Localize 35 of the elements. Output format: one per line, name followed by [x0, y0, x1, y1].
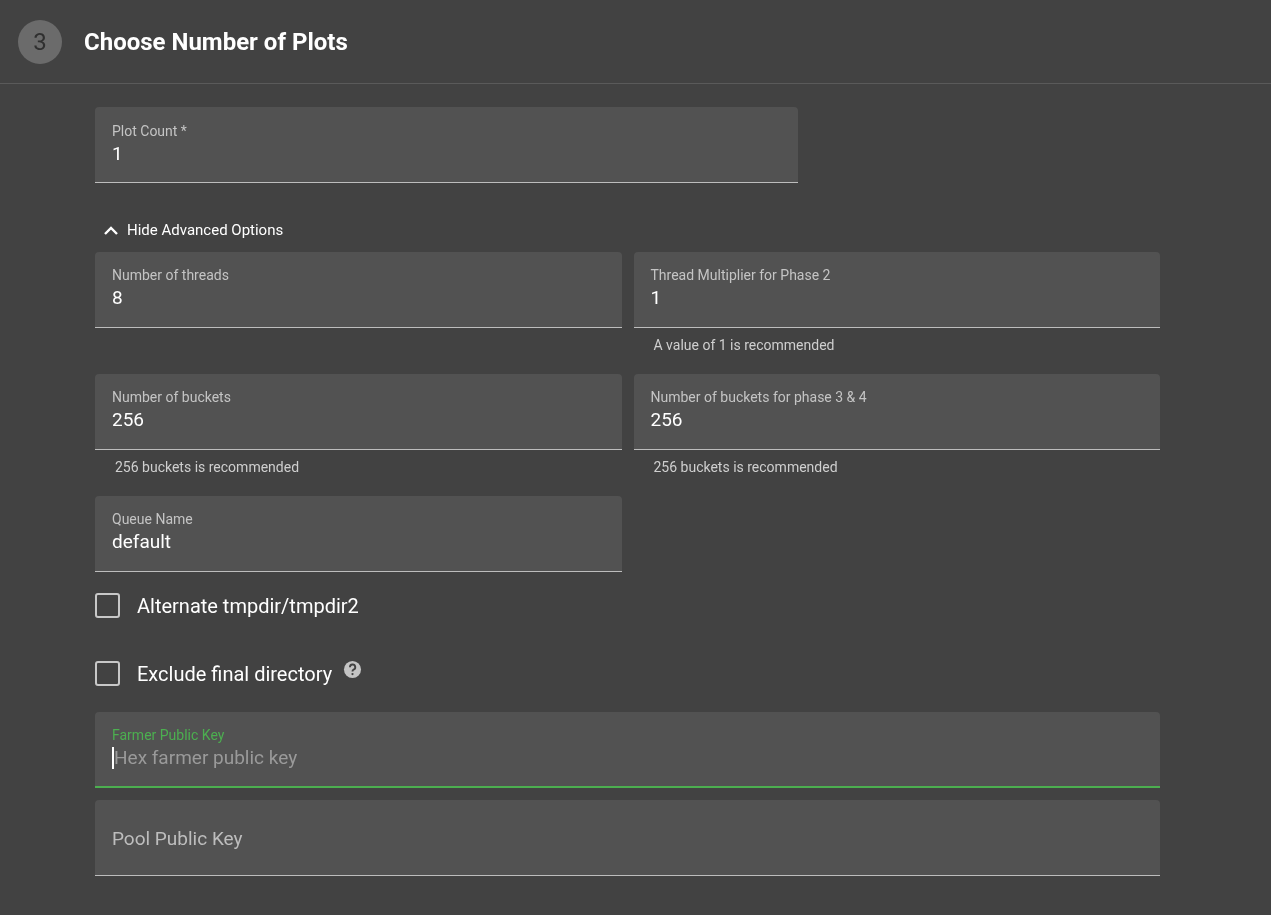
help-icon[interactable]	[343, 660, 363, 679]
checkbox-label: Exclude final directory	[137, 660, 333, 688]
step-title: Choose Number of Plots	[84, 26, 348, 58]
field-value: 1	[112, 140, 124, 167]
field-placeholder: Hex farmer public key	[114, 744, 298, 771]
helper-text: 256 buckets is recommended	[652, 457, 839, 477]
field-label: Pool Public Key	[112, 825, 244, 852]
advanced-options-toggle[interactable]: Hide Advanced Options	[103, 219, 284, 242]
checkbox-label: Alternate tmpdir/tmpdir2	[137, 592, 359, 620]
field-value: default	[112, 529, 173, 555]
text-cursor	[112, 746, 114, 769]
field-label: Number of buckets for phase 3 & 4	[650, 388, 868, 406]
input-field[interactable]: Plot Count * 1	[95, 107, 798, 183]
input-field[interactable]: Number of buckets for phase 3 & 4 256	[633, 373, 1160, 450]
field-label: Thread Multiplier for Phase 2	[650, 266, 832, 284]
field-value: 256	[650, 407, 684, 433]
checkbox[interactable]	[95, 593, 120, 618]
field-label: Plot Count *	[112, 121, 188, 140]
field-value: 8	[112, 285, 124, 311]
field-label: Queue Name	[112, 510, 194, 528]
input-field[interactable]: Number of buckets 256	[95, 373, 622, 450]
input-field[interactable]: Pool Public Key	[95, 799, 1160, 876]
input-field[interactable]: Queue Name default	[95, 495, 622, 572]
field-label: Farmer Public Key	[112, 725, 226, 744]
chevron-up-icon	[103, 225, 119, 236]
field-label: Number of buckets	[112, 388, 232, 406]
checkbox[interactable]	[95, 661, 120, 686]
helper-text: 256 buckets is recommended	[114, 457, 301, 477]
field-value: 1	[650, 285, 663, 311]
field-label: Number of threads	[112, 266, 230, 284]
input-field[interactable]: Number of threads 8	[95, 251, 622, 328]
step-number: 3	[18, 19, 62, 64]
field-value: 256	[112, 407, 146, 433]
helper-text: A value of 1 is recommended	[652, 335, 836, 355]
input-field[interactable]: Thread Multiplier for Phase 2 1	[633, 251, 1160, 328]
